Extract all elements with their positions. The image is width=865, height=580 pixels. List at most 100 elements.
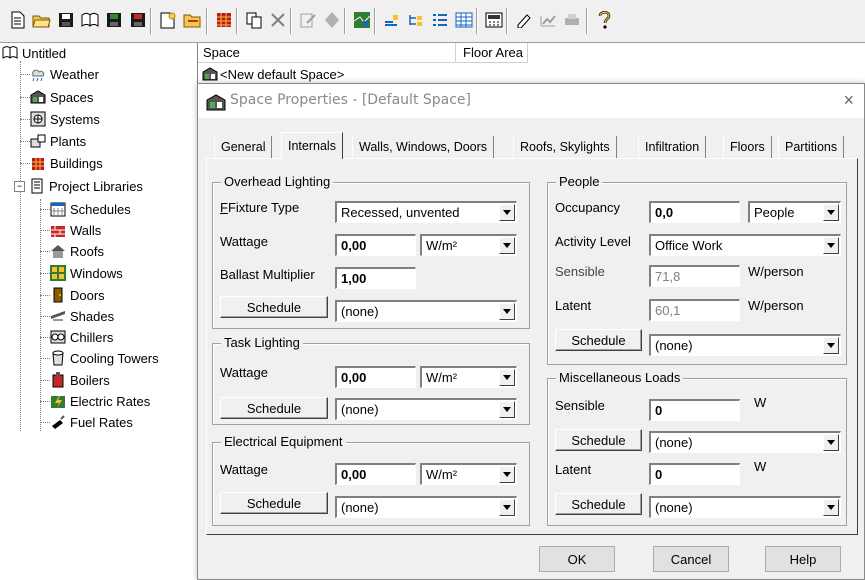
- task-schedule-select[interactable]: (none): [335, 398, 517, 420]
- cancel-button[interactable]: Cancel: [653, 546, 729, 572]
- dialog-titlebar: Space Properties - [Default Space] ×: [198, 84, 864, 118]
- tree-item-cooling-towers[interactable]: Cooling Towers: [40, 348, 159, 368]
- tree-item-shades[interactable]: Shades: [40, 306, 115, 326]
- copy-icon[interactable]: [244, 10, 264, 30]
- chevron-down-icon[interactable]: [499, 466, 515, 483]
- overhead-wattage-field[interactable]: 0,00: [335, 234, 416, 256]
- electrical-schedule-select[interactable]: (none): [335, 496, 517, 518]
- people-schedule-button[interactable]: Schedule: [555, 329, 642, 351]
- save-green-icon[interactable]: [104, 10, 124, 30]
- tree-item-electric-rates[interactable]: Electric Rates: [40, 391, 150, 411]
- task-wattage-unit-select[interactable]: W/m²: [420, 366, 517, 388]
- chevron-down-icon[interactable]: [499, 369, 515, 386]
- people-sensible-field[interactable]: 71,8: [649, 265, 740, 287]
- tree-item-walls[interactable]: Walls: [40, 220, 101, 240]
- people-latent-field[interactable]: 60,1: [649, 299, 740, 321]
- tree-item-doors[interactable]: Doors: [40, 285, 105, 305]
- tab-general[interactable]: General: [214, 136, 273, 158]
- calculator-icon[interactable]: [484, 10, 504, 30]
- open-item-icon[interactable]: [182, 10, 202, 30]
- chevron-down-icon[interactable]: [823, 499, 839, 516]
- tree-item-windows[interactable]: Windows: [40, 263, 123, 283]
- misc-sensible-schedule-button[interactable]: Schedule: [555, 429, 642, 451]
- new-item-icon[interactable]: [158, 10, 178, 30]
- electrical-wattage-unit-select[interactable]: W/m²: [420, 463, 517, 485]
- task-schedule-button[interactable]: Schedule: [220, 397, 328, 419]
- edit-disabled-icon[interactable]: [298, 10, 318, 30]
- building-red-icon[interactable]: [214, 10, 234, 30]
- tree-item-fuel-rates[interactable]: Fuel Rates: [40, 412, 133, 432]
- misc-sensible-schedule-select[interactable]: (none): [649, 431, 841, 453]
- ok-button[interactable]: OK: [539, 546, 615, 572]
- marker-disabled-icon[interactable]: [322, 10, 342, 30]
- overhead-schedule-button[interactable]: Schedule: [220, 296, 328, 318]
- details-view-icon[interactable]: [454, 10, 474, 30]
- tree-view-icon[interactable]: [406, 10, 426, 30]
- occupancy-field[interactable]: 0,0: [649, 201, 740, 223]
- sort-ascending-icon[interactable]: [382, 10, 402, 30]
- misc-sensible-field[interactable]: 0: [649, 399, 740, 421]
- chevron-down-icon[interactable]: [823, 237, 839, 254]
- list-view-icon[interactable]: [430, 10, 450, 30]
- tab-partitions[interactable]: Partitions: [778, 136, 845, 158]
- tree-item-label: Plants: [50, 133, 87, 149]
- tree-item-roofs[interactable]: Roofs: [40, 241, 104, 261]
- tab-floors[interactable]: Floors: [723, 136, 772, 158]
- edit-report-icon[interactable]: [514, 10, 534, 30]
- collapse-toggle-icon[interactable]: −: [14, 180, 25, 192]
- fixture-type-select[interactable]: Recessed, unvented: [335, 201, 517, 223]
- tree-item-root[interactable]: Untitled: [2, 43, 66, 63]
- print-disabled-icon[interactable]: [562, 10, 582, 30]
- chevron-down-icon[interactable]: [823, 434, 839, 451]
- map-icon[interactable]: [352, 10, 372, 30]
- occupancy-unit-select[interactable]: People: [748, 201, 841, 223]
- tree-item-project-libraries[interactable]: − Project Libraries: [14, 176, 143, 196]
- chevron-down-icon[interactable]: [823, 204, 839, 221]
- overhead-schedule-select[interactable]: (none): [335, 300, 517, 322]
- boiler-icon: [50, 372, 66, 388]
- save-red-icon[interactable]: [128, 10, 148, 30]
- chevron-down-icon[interactable]: [499, 401, 515, 418]
- tab-walls-windows-doors[interactable]: Walls, Windows, Doors: [352, 136, 495, 158]
- task-wattage-field[interactable]: 0,00: [335, 366, 416, 388]
- tab-infiltration[interactable]: Infiltration: [638, 136, 707, 158]
- tab-roofs-skylights[interactable]: Roofs, Skylights: [513, 136, 617, 158]
- chevron-down-icon[interactable]: [499, 237, 515, 254]
- overhead-wattage-unit-select[interactable]: W/m²: [420, 234, 517, 256]
- tree-item-systems[interactable]: Systems: [20, 109, 100, 129]
- project-tree: Untitled Weather Spaces Systems Plants B…: [0, 43, 198, 580]
- people-schedule-select[interactable]: (none): [649, 334, 841, 356]
- chevron-down-icon[interactable]: [499, 303, 515, 320]
- help-icon[interactable]: [594, 10, 614, 30]
- chart-disabled-icon[interactable]: [538, 10, 558, 30]
- tree-item-weather[interactable]: Weather: [20, 64, 99, 84]
- new-document-icon[interactable]: [8, 10, 28, 30]
- tree-item-plants[interactable]: Plants: [20, 131, 87, 151]
- list-item[interactable]: <New default Space>: [202, 65, 344, 83]
- ballast-multiplier-field[interactable]: 1,00: [335, 267, 416, 289]
- column-header-floor-area[interactable]: Floor Area: [456, 43, 528, 63]
- misc-latent-schedule-button[interactable]: Schedule: [555, 493, 642, 515]
- tree-item-boilers[interactable]: Boilers: [40, 370, 110, 390]
- tree-item-label: Shades: [70, 308, 115, 324]
- help-button[interactable]: Help: [765, 546, 841, 572]
- chevron-down-icon[interactable]: [823, 337, 839, 354]
- tree-item-schedules[interactable]: Schedules: [40, 199, 131, 219]
- open-folder-icon[interactable]: [32, 10, 52, 30]
- close-icon[interactable]: ×: [843, 90, 854, 111]
- misc-latent-field[interactable]: 0: [649, 463, 740, 485]
- library-book-icon[interactable]: [80, 10, 100, 30]
- save-icon[interactable]: [56, 10, 76, 30]
- misc-latent-schedule-select[interactable]: (none): [649, 496, 841, 518]
- chevron-down-icon[interactable]: [499, 499, 515, 516]
- tab-internals[interactable]: Internals: [281, 132, 343, 159]
- electrical-wattage-field[interactable]: 0,00: [335, 463, 416, 485]
- activity-level-select[interactable]: Office Work: [649, 234, 841, 256]
- delete-icon[interactable]: [268, 10, 288, 30]
- tree-item-chillers[interactable]: Chillers: [40, 327, 113, 347]
- column-header-space[interactable]: Space: [198, 43, 456, 63]
- tree-item-spaces[interactable]: Spaces: [20, 87, 93, 107]
- electrical-schedule-button[interactable]: Schedule: [220, 492, 328, 514]
- tree-item-buildings[interactable]: Buildings: [20, 153, 103, 173]
- chevron-down-icon[interactable]: [499, 204, 515, 221]
